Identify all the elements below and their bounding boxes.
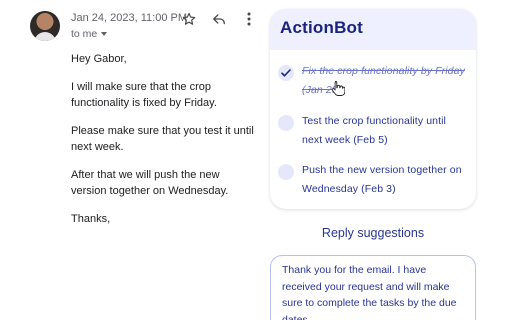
task-item-push-version[interactable]: Push the new version together on Wednesd… <box>278 161 468 199</box>
sender-avatar[interactable] <box>30 11 60 41</box>
task-label: Push the new version together on Wednesd… <box>302 164 462 195</box>
task-list: Fix the crop functionality by Friday (Ja… <box>270 50 476 209</box>
reply-suggestion-text: Thank you for the email. I have received… <box>282 264 457 320</box>
email-body: Hey Gabor, I will make sure that the cro… <box>71 48 257 238</box>
email-message: Jan 24, 2023, 11:00 PM to me Hey Gabor, … <box>0 0 262 320</box>
email-date: Jan 24, 2023, 11:00 PM <box>71 12 187 24</box>
reply-suggestions-heading: Reply suggestions <box>321 226 425 240</box>
task-item-crop-test[interactable]: Test the crop functionality until next w… <box>278 112 468 150</box>
task-checkbox[interactable] <box>278 115 294 131</box>
star-icon[interactable] <box>181 11 197 27</box>
email-line-3: After that we will push the new version … <box>71 168 229 198</box>
checkmark-icon[interactable] <box>278 65 294 81</box>
reply-icon[interactable] <box>211 11 227 27</box>
email-line-1: I will make sure that the crop functiona… <box>71 80 217 110</box>
actionbot-title: ActionBot <box>280 18 364 37</box>
reply-suggestion-card[interactable]: Thank you for the email. I have received… <box>270 255 476 320</box>
email-line-greeting: Hey Gabor, <box>71 53 127 65</box>
task-label: Fix the crop functionality by Friday (Ja… <box>302 65 465 96</box>
chevron-down-icon[interactable] <box>101 32 108 36</box>
recipient-label: to me <box>71 28 98 40</box>
recipient-toggle[interactable]: to me <box>71 28 108 40</box>
actionbot-card: ActionBot Fix the crop functionality by … <box>270 9 476 209</box>
email-line-signoff: Thanks, <box>71 212 111 225</box>
task-item-crop-fix[interactable]: Fix the crop functionality by Friday (Ja… <box>278 62 468 100</box>
more-vertical-icon[interactable] <box>244 11 254 27</box>
app-root: Jan 24, 2023, 11:00 PM to me Hey Gabor, … <box>0 0 512 320</box>
actionbot-header: ActionBot <box>270 9 476 50</box>
task-label: Test the crop functionality until next w… <box>302 115 446 146</box>
task-checkbox[interactable] <box>278 164 294 180</box>
email-line-2: Please make sure that you test it until … <box>71 124 254 154</box>
